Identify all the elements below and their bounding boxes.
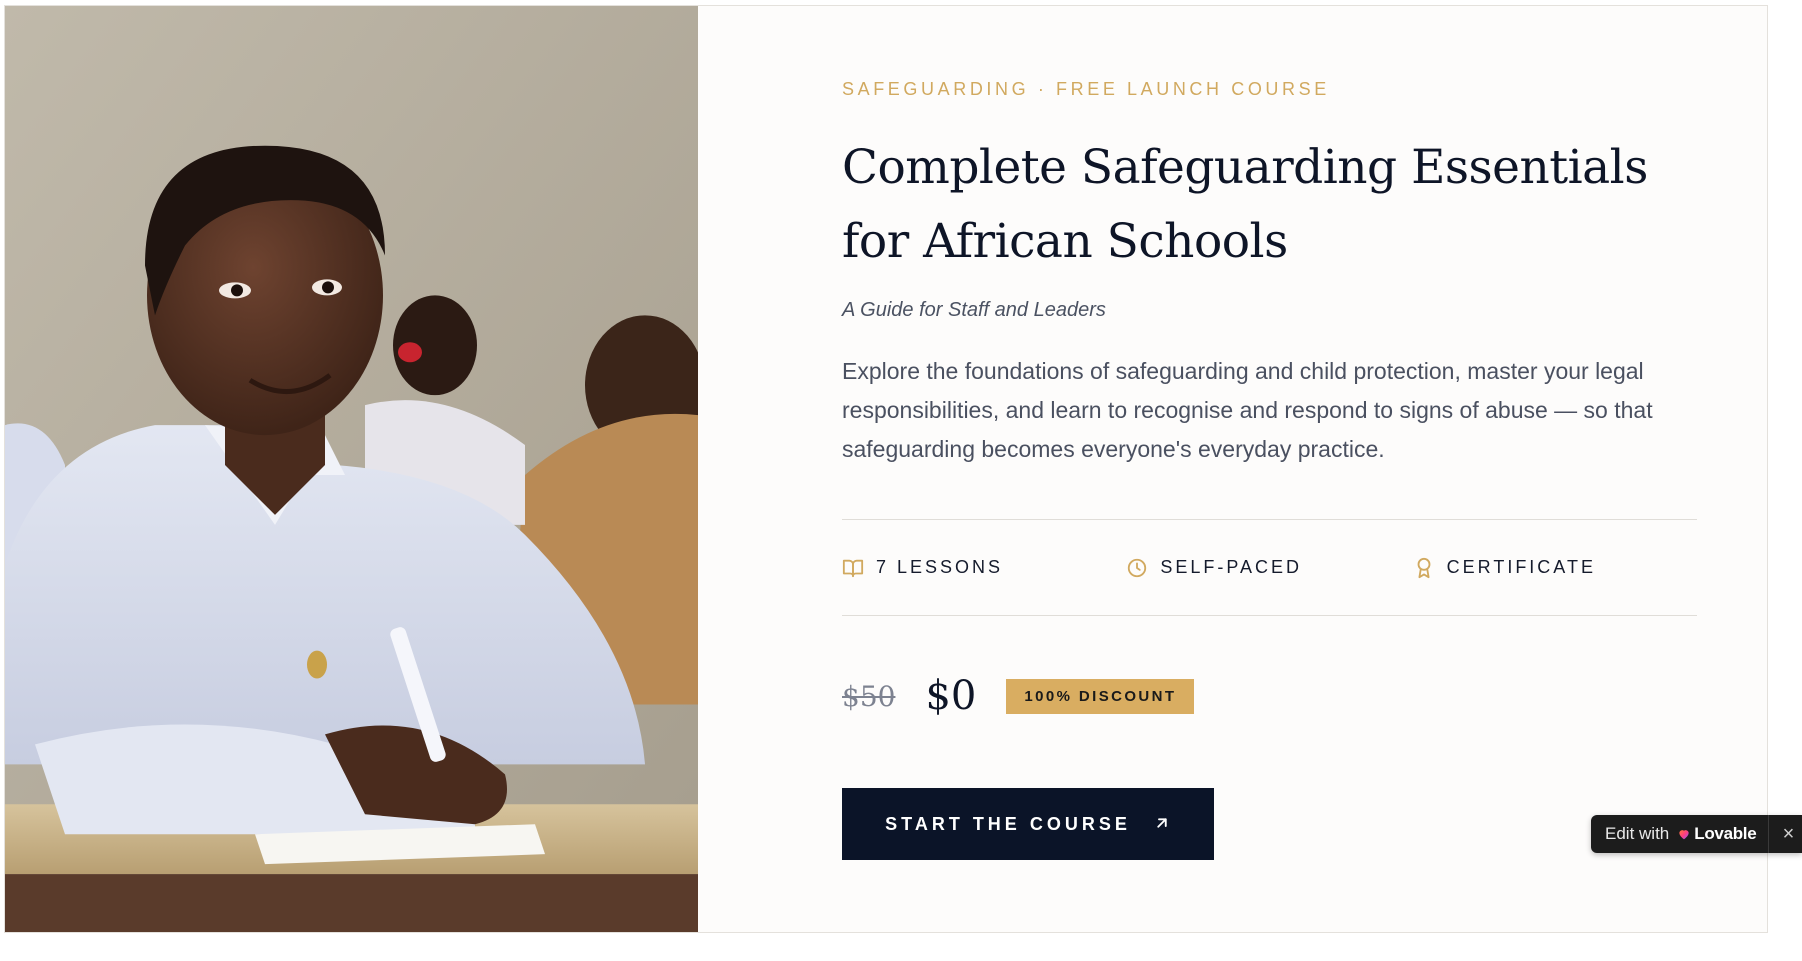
feature-self-paced: SELF-PACED xyxy=(1126,557,1412,579)
book-open-icon xyxy=(842,557,864,579)
current-price: $0 xyxy=(925,673,977,719)
feature-lessons: 7 LESSONS xyxy=(842,557,1126,579)
discount-badge: 100% DISCOUNT xyxy=(1006,678,1195,714)
feature-label: SELF-PACED xyxy=(1160,557,1303,577)
arrow-up-right-icon xyxy=(1153,814,1171,835)
feature-certificate: CERTIFICATE xyxy=(1413,557,1697,579)
lovable-divider xyxy=(1768,815,1769,853)
lovable-prefix: Edit with xyxy=(1605,824,1670,843)
pricing-row: $50 $0 100% DISCOUNT xyxy=(842,668,1767,724)
lovable-heart-icon xyxy=(1677,827,1691,841)
course-features: 7 LESSONS SELF-PACED CERTIFICATE xyxy=(842,519,1697,616)
clock-icon xyxy=(1126,557,1148,579)
lovable-brand: Lovable xyxy=(1694,824,1757,843)
feature-label: CERTIFICATE xyxy=(1446,557,1596,577)
course-hero-card: SAFEGUARDING · FREE LAUNCH COURSE Comple… xyxy=(4,5,1768,933)
student-photo-illustration xyxy=(5,6,698,932)
close-icon[interactable]: × xyxy=(1775,815,1802,853)
course-eyebrow: SAFEGUARDING · FREE LAUNCH COURSE xyxy=(842,79,1330,99)
start-course-button[interactable]: START THE COURSE xyxy=(842,788,1214,860)
edit-with-lovable-badge[interactable]: Edit with Lovable × xyxy=(1591,815,1802,853)
start-course-label: START THE COURSE xyxy=(885,813,1131,834)
course-subtitle: A Guide for Staff and Leaders xyxy=(842,299,1106,321)
hero-photo xyxy=(5,6,698,932)
award-icon xyxy=(1413,557,1435,579)
page: SAFEGUARDING · FREE LAUNCH COURSE Comple… xyxy=(0,0,1802,961)
feature-label: 7 LESSONS xyxy=(876,557,1004,577)
course-description: Explore the foundations of safeguarding … xyxy=(842,358,1653,462)
original-price: $50 xyxy=(842,679,896,713)
course-title: Complete Safeguarding Essentials for Afr… xyxy=(842,140,1648,269)
course-content: SAFEGUARDING · FREE LAUNCH COURSE Comple… xyxy=(698,6,1767,932)
